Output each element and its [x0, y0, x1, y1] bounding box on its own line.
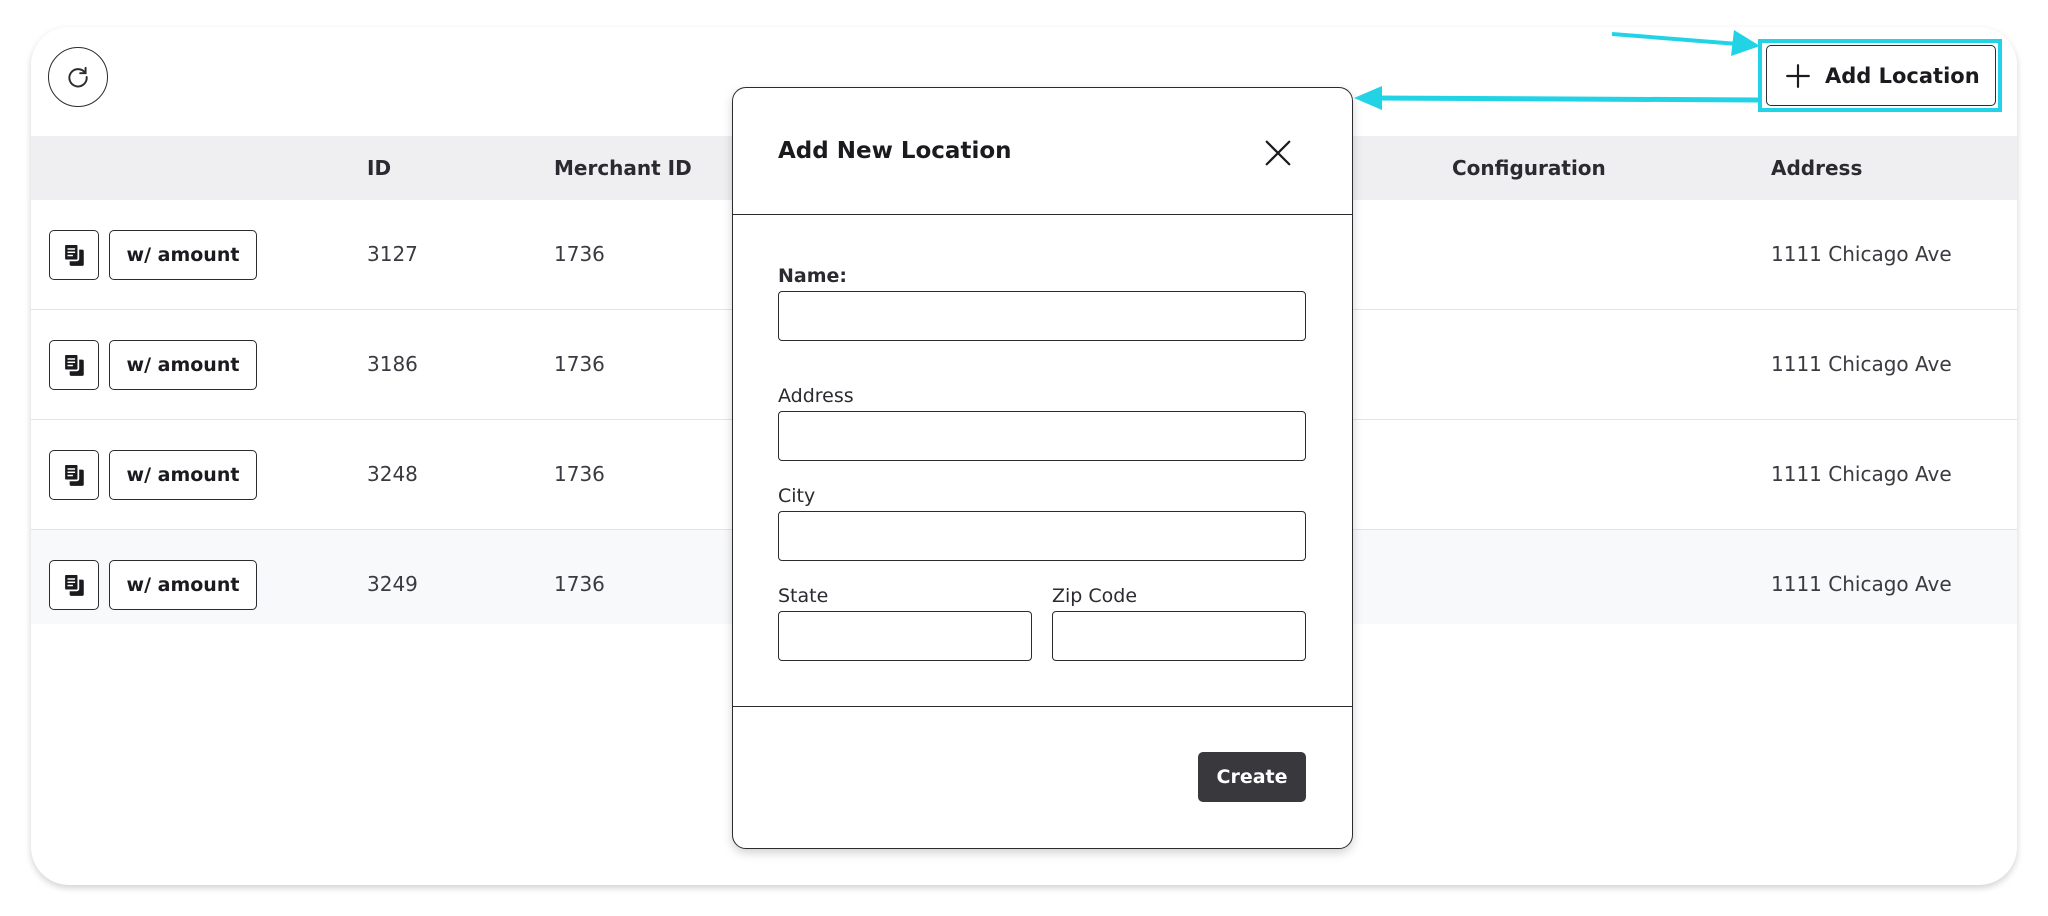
copy-icon [63, 463, 84, 486]
modal-header-divider [733, 214, 1352, 215]
cell-address: 1111 Chicago Ave [1771, 242, 1952, 266]
with-amount-button[interactable]: w/ amount [109, 560, 257, 610]
column-header-configuration: Configuration [1452, 156, 1606, 180]
cell-address: 1111 Chicago Ave [1771, 352, 1952, 376]
refresh-icon [68, 66, 88, 88]
state-input[interactable] [778, 611, 1032, 661]
cell-id: 3127 [367, 242, 418, 266]
zip-code-input[interactable] [1052, 611, 1306, 661]
address-input[interactable] [778, 411, 1306, 461]
city-label: City [778, 485, 816, 507]
copy-button[interactable] [49, 340, 99, 390]
copy-button[interactable] [49, 230, 99, 280]
copy-icon [63, 573, 84, 596]
copy-icon [63, 353, 84, 376]
cell-address: 1111 Chicago Ave [1771, 462, 1952, 486]
modal-title: Add New Location [778, 138, 1012, 164]
cell-address: 1111 Chicago Ave [1771, 572, 1952, 596]
name-label: Name: [778, 265, 848, 287]
with-amount-button[interactable]: w/ amount [109, 450, 257, 500]
cell-id: 3186 [367, 352, 418, 376]
close-button[interactable] [1263, 138, 1293, 168]
copy-button[interactable] [49, 450, 99, 500]
cell-merchant-id: 1736 [554, 462, 605, 486]
cell-merchant-id: 1736 [554, 572, 605, 596]
with-amount-button[interactable]: w/ amount [109, 230, 257, 280]
with-amount-button[interactable]: w/ amount [109, 340, 257, 390]
address-label: Address [778, 385, 854, 407]
modal-footer-divider [733, 706, 1352, 707]
create-button[interactable]: Create [1198, 752, 1306, 802]
close-icon [1265, 140, 1291, 166]
cell-merchant-id: 1736 [554, 352, 605, 376]
column-header-id: ID [367, 156, 392, 180]
state-label: State [778, 585, 829, 607]
cell-merchant-id: 1736 [554, 242, 605, 266]
cell-id: 3249 [367, 572, 418, 596]
cell-id: 3248 [367, 462, 418, 486]
copy-icon [63, 243, 84, 266]
column-header-merchant-id: Merchant ID [554, 156, 692, 180]
name-input[interactable] [778, 291, 1306, 341]
refresh-button[interactable] [48, 47, 108, 107]
annotation-highlight-box [1758, 39, 2002, 112]
column-header-address: Address [1771, 156, 1863, 180]
add-location-modal: Add New Location Name: Address City Stat… [732, 87, 1353, 849]
city-input[interactable] [778, 511, 1306, 561]
zip-code-label: Zip Code [1052, 585, 1138, 607]
copy-button[interactable] [49, 560, 99, 610]
